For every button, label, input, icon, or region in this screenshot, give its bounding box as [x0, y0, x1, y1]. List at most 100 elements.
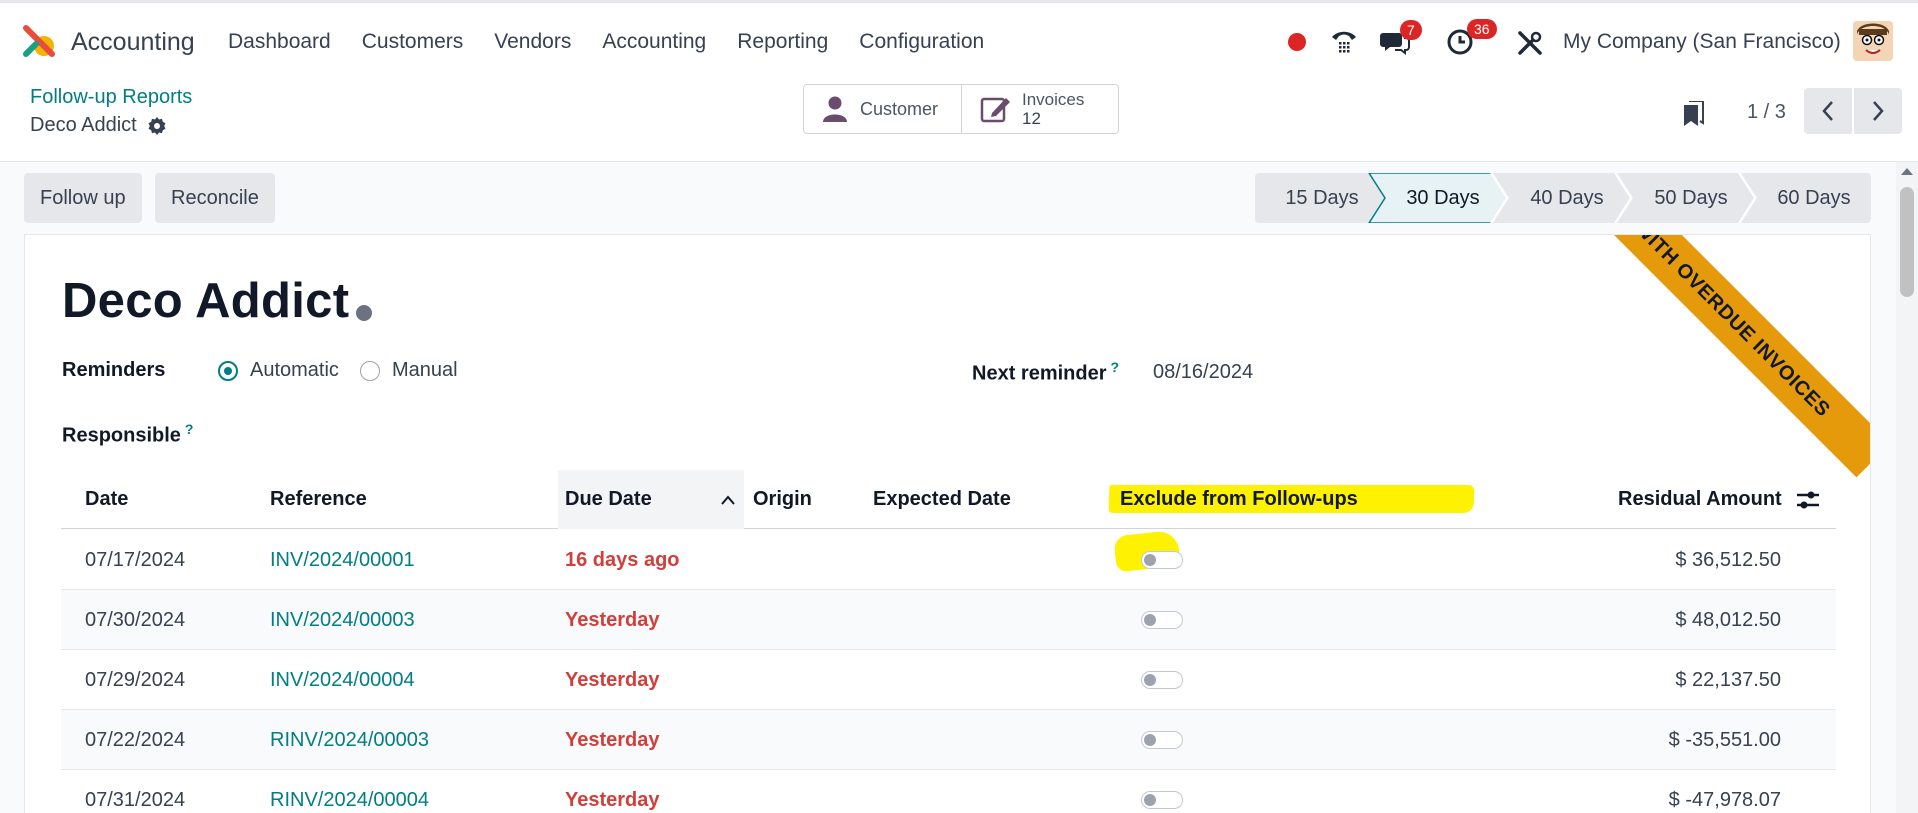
- row-date: 07/17/2024: [85, 548, 186, 571]
- row-amount: $ 36,512.50: [1675, 548, 1781, 571]
- col-due-date[interactable]: Due Date: [558, 470, 744, 529]
- table-row[interactable]: 07/31/2024 RINV/2024/00004 Yesterday $ -…: [61, 770, 1836, 813]
- follow-up-button[interactable]: Follow up: [24, 173, 142, 223]
- user-avatar[interactable]: [1853, 21, 1893, 61]
- exclude-toggle[interactable]: [1141, 551, 1183, 569]
- stage-30-days[interactable]: 30 Days: [1387, 173, 1499, 223]
- main-menu: Dashboard Customers Vendors Accounting R…: [228, 30, 1015, 54]
- messages-button[interactable]: 7: [1380, 20, 1422, 60]
- menu-accounting[interactable]: Accounting: [602, 30, 706, 54]
- responsible-text: Responsible: [62, 424, 181, 447]
- activities-badge: 36: [1467, 19, 1497, 39]
- sort-ascending-icon: [721, 494, 735, 505]
- overdue-ribbon: WITH OVERDUE INVOICES: [1573, 235, 1870, 478]
- company-switcher[interactable]: My Company (San Francisco): [1563, 30, 1841, 54]
- stage-40-days[interactable]: 40 Days: [1511, 173, 1623, 223]
- exclude-toggle[interactable]: [1141, 731, 1183, 749]
- automatic-label[interactable]: Automatic: [250, 359, 339, 382]
- row-reference[interactable]: INV/2024/00001: [270, 530, 415, 590]
- stage-50-days[interactable]: 50 Days: [1635, 173, 1747, 223]
- responsible-label: Responsible?: [62, 421, 193, 448]
- row-date: 07/22/2024: [85, 728, 186, 751]
- user-icon: [823, 96, 847, 122]
- row-reference[interactable]: INV/2024/00004: [270, 650, 415, 710]
- phone-icon[interactable]: [1330, 29, 1358, 55]
- stage-15-days[interactable]: 15 Days: [1267, 173, 1377, 223]
- radio-automatic[interactable]: [218, 361, 238, 381]
- row-due: Yesterday: [565, 788, 660, 811]
- bookmark-icon[interactable]: [1683, 101, 1705, 127]
- edit-invoice-icon: [980, 97, 1010, 123]
- col-origin[interactable]: Origin: [753, 470, 812, 529]
- table-row[interactable]: 07/22/2024 RINV/2024/00003 Yesterday $ -…: [61, 710, 1836, 770]
- form-sheet: WITH OVERDUE INVOICES Deco Addict Remind…: [24, 234, 1871, 813]
- activities-button[interactable]: 36: [1446, 19, 1497, 61]
- col-due-date-label: Due Date: [565, 488, 652, 510]
- radio-manual[interactable]: [360, 361, 380, 381]
- table-row[interactable]: 07/30/2024 INV/2024/00003 Yesterday $ 48…: [61, 590, 1836, 650]
- menu-vendors[interactable]: Vendors: [494, 30, 571, 54]
- pager-value[interactable]: 1 / 3: [1747, 101, 1786, 124]
- partner-name: Deco Addict: [62, 274, 350, 328]
- menu-customers[interactable]: Customers: [362, 30, 464, 54]
- gear-icon[interactable]: [147, 116, 167, 136]
- page-scrollbar[interactable]: [1896, 162, 1918, 813]
- optional-columns-icon[interactable]: [1795, 488, 1821, 512]
- row-amount: $ 48,012.50: [1675, 608, 1781, 631]
- app-logo-icon[interactable]: [22, 24, 56, 58]
- messages-badge: 7: [1400, 20, 1422, 40]
- stage-60-days[interactable]: 60 Days: [1759, 173, 1869, 223]
- reconcile-button[interactable]: Reconcile: [155, 173, 275, 223]
- row-amount: $ 22,137.50: [1675, 668, 1781, 691]
- record-breadcrumb: Deco Addict: [30, 114, 167, 137]
- row-reference[interactable]: RINV/2024/00003: [270, 710, 429, 770]
- row-amount: $ -47,978.07: [1668, 788, 1781, 811]
- col-reference[interactable]: Reference: [270, 470, 367, 529]
- table-row[interactable]: 07/29/2024 INV/2024/00004 Yesterday $ 22…: [61, 650, 1836, 710]
- menu-reporting[interactable]: Reporting: [737, 30, 828, 54]
- chevron-right-icon: [1873, 101, 1884, 121]
- pager-previous-button[interactable]: [1804, 88, 1852, 134]
- customer-smart-button[interactable]: Customer: [804, 85, 961, 133]
- responsible-help-icon[interactable]: ?: [185, 421, 194, 437]
- menu-configuration[interactable]: Configuration: [859, 30, 984, 54]
- status-dot-icon: [356, 305, 372, 321]
- chevron-left-icon: [1822, 101, 1833, 121]
- exclude-toggle[interactable]: [1141, 671, 1183, 689]
- col-residual-amount[interactable]: Residual Amount: [1618, 470, 1782, 529]
- top-navbar: Accounting Dashboard Customers Vendors A…: [0, 0, 1918, 78]
- table-row[interactable]: 07/17/2024 INV/2024/00001 16 days ago $ …: [61, 530, 1836, 590]
- row-due: 16 days ago: [565, 548, 680, 571]
- row-date: 07/31/2024: [85, 788, 186, 811]
- scroll-thumb[interactable]: [1900, 187, 1914, 297]
- col-expected-date[interactable]: Expected Date: [873, 470, 1011, 529]
- manual-label[interactable]: Manual: [392, 359, 458, 382]
- next-reminder-help-icon[interactable]: ?: [1111, 359, 1120, 375]
- exclude-toggle[interactable]: [1141, 791, 1183, 809]
- table-header: Date Reference Due Date Origin Expected …: [61, 470, 1836, 529]
- invoices-smart-button[interactable]: Invoices 12: [961, 85, 1118, 133]
- app-name[interactable]: Accounting: [71, 28, 195, 57]
- exclude-toggle[interactable]: [1141, 611, 1183, 629]
- row-reference[interactable]: RINV/2024/00004: [270, 770, 429, 813]
- breadcrumb-follow-up-reports[interactable]: Follow-up Reports: [30, 86, 192, 109]
- row-reference[interactable]: INV/2024/00003: [270, 590, 415, 650]
- pager-next-button[interactable]: [1854, 88, 1902, 134]
- col-exclude-follow-ups[interactable]: Exclude from Follow-ups: [1120, 470, 1358, 529]
- tools-icon[interactable]: [1517, 30, 1543, 56]
- next-reminder-value[interactable]: 08/16/2024: [1153, 361, 1253, 384]
- row-amount: $ -35,551.00: [1668, 728, 1781, 751]
- recording-indicator-icon[interactable]: [1288, 33, 1306, 51]
- menu-dashboard[interactable]: Dashboard: [228, 30, 331, 54]
- record-name: Deco Addict: [30, 114, 137, 136]
- invoices-count: 12: [1022, 109, 1041, 128]
- col-date[interactable]: Date: [85, 470, 128, 529]
- smart-buttons: Customer Invoices 12: [803, 84, 1119, 134]
- row-due: Yesterday: [565, 668, 660, 691]
- pager-buttons: [1804, 88, 1902, 134]
- next-reminder-text: Next reminder: [972, 362, 1107, 385]
- user-face-icon: [1853, 21, 1893, 61]
- next-reminder-label: Next reminder?: [972, 359, 1119, 386]
- customer-smart-label: Customer: [860, 98, 939, 119]
- scroll-up-arrow-icon[interactable]: [1901, 168, 1913, 175]
